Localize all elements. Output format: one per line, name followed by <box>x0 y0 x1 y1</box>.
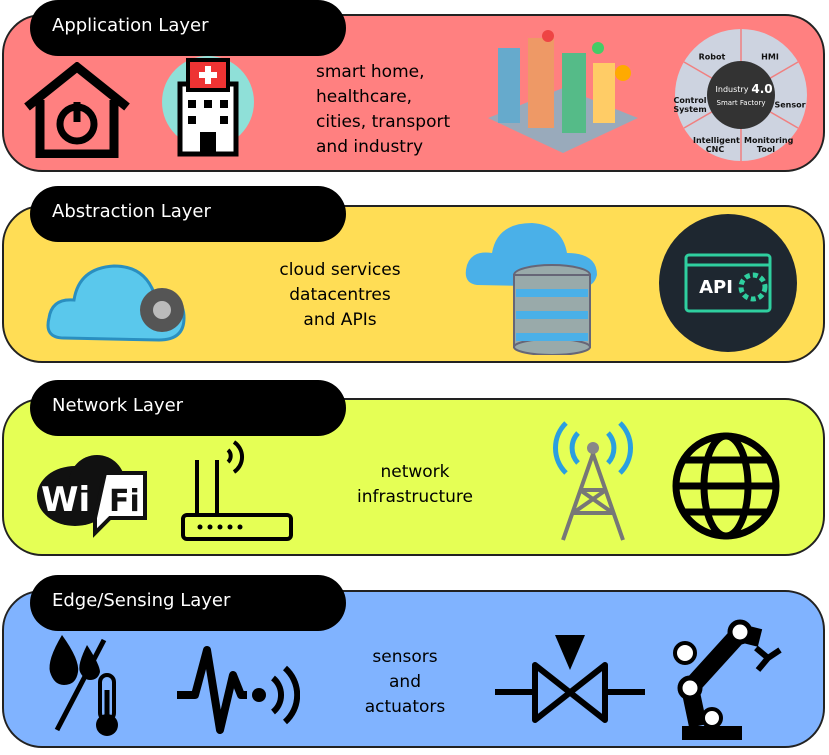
factory-center-line1: Industry <box>716 85 749 94</box>
robot-arm-icon <box>673 619 782 740</box>
desc-line: smart home, <box>316 62 425 82</box>
network-layer-title: Network Layer <box>30 380 346 436</box>
desc-line: sensors <box>372 647 438 667</box>
desc-line: infrastructure <box>356 487 474 507</box>
smart-city-icon <box>488 30 638 153</box>
smart-home-power-icon <box>24 62 130 158</box>
factory-center-line2: Smart Factory <box>717 99 766 107</box>
desc-line: actuators <box>364 697 446 717</box>
application-description: smart home, healthcare, cities, transpor… <box>316 60 450 160</box>
industry-4-smart-factory-wheel: Industry 4.0 Smart Factory Robot HMI Sen… <box>668 27 814 163</box>
signal-sensor-icon <box>177 646 300 734</box>
router-icon <box>181 440 293 541</box>
abstraction-description: cloud services datacentres and APIs <box>270 258 410 333</box>
desc-line: network <box>380 462 450 482</box>
desc-line: and APIs <box>303 310 377 330</box>
desc-line: datacentres <box>289 285 391 305</box>
wifi-text-wi: Wi <box>41 480 90 520</box>
segment-label-intelligent-cnc: Intelligent CNC <box>693 136 740 154</box>
cloud-database-icon <box>465 223 597 355</box>
cloud-gear-icon <box>46 264 186 342</box>
cell-tower-icon <box>553 421 633 541</box>
hospital-icon <box>162 56 254 157</box>
api-label: API <box>699 277 733 298</box>
desc-line: cloud services <box>279 260 401 280</box>
factory-center-big: 4.0 <box>751 82 772 96</box>
segment-label-robot: Robot <box>698 52 726 62</box>
segment-label-control-system: Control System <box>673 96 707 114</box>
wifi-text-fi: Fi <box>109 484 140 519</box>
application-layer-title: Application Layer <box>30 0 346 56</box>
desc-line: and industry <box>316 137 424 157</box>
desc-line: cities, transport <box>316 112 451 132</box>
desc-line: healthcare, <box>316 87 413 107</box>
abstraction-layer-title: Abstraction Layer <box>30 186 346 242</box>
humidity-temperature-icon <box>49 635 118 736</box>
desc-line: and <box>389 672 421 692</box>
network-description: network infrastructure <box>340 460 490 510</box>
api-gear-icon: API <box>659 214 797 352</box>
segment-label-sensor: Sensor <box>774 100 806 110</box>
edge-description: sensors and actuators <box>345 645 465 720</box>
edge-layer-title: Edge/Sensing Layer <box>30 575 346 631</box>
segment-label-hmi: HMI <box>761 52 779 62</box>
segment-label-monitoring-tool: Monitoring Tool <box>744 136 794 154</box>
globe-icon <box>672 432 780 540</box>
valve-actuator-icon <box>495 635 645 723</box>
wifi-logo-icon: Wi Fi <box>37 455 147 538</box>
